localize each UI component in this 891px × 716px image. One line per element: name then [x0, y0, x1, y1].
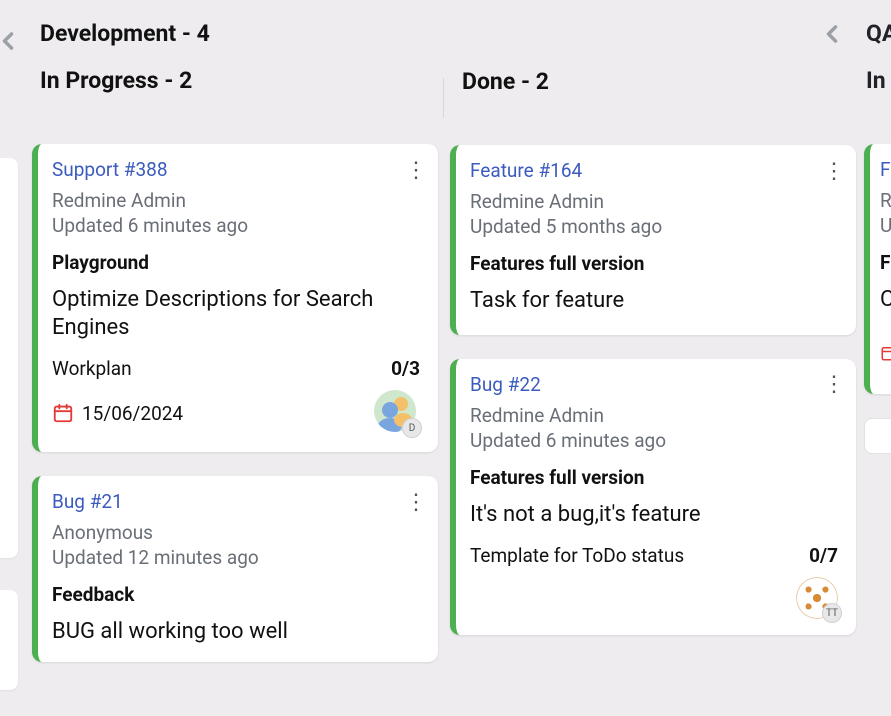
issue-author: Redmine Admin	[52, 189, 420, 212]
issue-updated: Updated 6 minutes ago	[52, 214, 420, 237]
assignee-avatar[interactable]: D	[374, 390, 420, 436]
kanban-board: Development - 4 In Progress - 2 ⋮ Suppor…	[0, 0, 891, 716]
issue-title: Task for feature	[470, 287, 838, 315]
column-development-done: Done - 2 ⋮ Feature #164 Redmine Admin Up…	[444, 0, 862, 716]
card-sliver	[0, 158, 18, 558]
issue-card[interactable]: ⋮ Support #388 Redmine Admin Updated 6 m…	[32, 144, 438, 452]
issue-card[interactable]: ⋮ Bug #21 Anonymous Updated 12 minutes a…	[32, 476, 438, 662]
issue-version: Features full version	[470, 466, 838, 489]
issue-link[interactable]: F	[880, 158, 891, 181]
card-menu-icon[interactable]: ⋮	[822, 371, 846, 399]
issue-title: It's not a bug,it's feature	[470, 501, 838, 529]
due-date-text: 15/06/2024	[82, 402, 183, 425]
card-menu-icon[interactable]: ⋮	[822, 157, 846, 185]
issue-author: Redmine Admin	[470, 190, 838, 213]
avatar-badge: TT	[822, 603, 842, 623]
due-date: 15/06/2024	[52, 402, 183, 425]
issue-author: Redmine Admin	[470, 404, 838, 427]
issue-title: BUG all working too well	[52, 618, 420, 646]
column-qa-partial: QA In F R U F C	[862, 0, 891, 716]
collapse-zone-icon[interactable]	[818, 20, 846, 48]
issue-card[interactable]: F R U F C	[864, 144, 891, 394]
checklist-label: Template for ToDo status	[470, 544, 684, 567]
issue-version: F	[880, 251, 891, 274]
card-menu-icon[interactable]: ⋮	[404, 488, 428, 516]
calendar-icon	[880, 344, 891, 362]
issue-link[interactable]: Bug #22	[470, 373, 541, 396]
issue-title: C	[880, 286, 891, 314]
column-development-inprogress: Development - 4 In Progress - 2 ⋮ Suppor…	[26, 0, 444, 716]
issue-version: Features full version	[470, 252, 838, 275]
cards-lane[interactable]: ⋮ Feature #164 Redmine Admin Updated 5 m…	[444, 113, 862, 716]
issue-updated: U	[880, 214, 891, 237]
status-title: Done - 2	[462, 68, 549, 95]
issue-link[interactable]: Bug #21	[52, 490, 123, 513]
issue-link[interactable]: Support #388	[52, 158, 168, 181]
column-header: Done - 2	[444, 0, 862, 113]
collapse-zone-icon[interactable]	[0, 27, 22, 55]
status-title: In Progress - 2	[40, 67, 192, 94]
card-menu-icon[interactable]: ⋮	[404, 156, 428, 184]
issue-version: Feedback	[52, 583, 420, 606]
issue-updated: Updated 6 minutes ago	[470, 429, 838, 452]
zone-title: QA	[862, 12, 891, 55]
issue-link[interactable]: Feature #164	[470, 159, 582, 182]
issue-version: Playground	[52, 251, 420, 274]
zone-title: Development - 4	[40, 20, 210, 47]
issue-updated: Updated 12 minutes ago	[52, 546, 420, 569]
cards-lane[interactable]: ⋮ Support #388 Redmine Admin Updated 6 m…	[26, 112, 444, 716]
card-sliver	[0, 590, 18, 690]
issue-updated: Updated 5 months ago	[470, 215, 838, 238]
issue-title: Optimize Descriptions for Search Engines	[52, 286, 420, 341]
column-divider	[443, 78, 444, 118]
column-header: Development - 4 In Progress - 2	[26, 0, 444, 112]
issue-author: Anonymous	[52, 521, 420, 544]
status-title: In	[862, 55, 891, 112]
issue-card[interactable]: ⋮ Bug #22 Redmine Admin Updated 6 minute…	[450, 359, 856, 636]
issue-card[interactable]: ⋮ Feature #164 Redmine Admin Updated 5 m…	[450, 145, 856, 335]
calendar-icon	[52, 402, 74, 424]
card-sliver	[864, 418, 891, 454]
checklist-progress: 0/7	[809, 544, 838, 567]
checklist-label: Workplan	[52, 357, 132, 380]
issue-author: R	[880, 189, 891, 212]
prev-column-sliver	[0, 0, 26, 716]
avatar-badge: D	[402, 418, 422, 438]
checklist-progress: 0/3	[391, 357, 420, 380]
